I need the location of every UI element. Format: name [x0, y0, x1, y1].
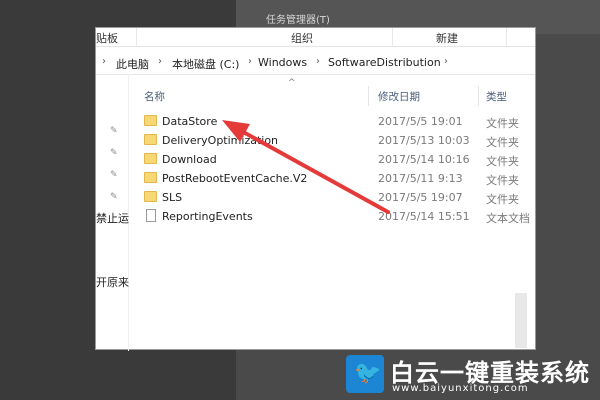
annotation-arrow-head	[222, 120, 250, 142]
watermark-url: www.baiyunxitong.com	[392, 383, 529, 394]
watermark-logo: 🐦 白云一键重装系统 www.baiyunxitong.com	[344, 353, 596, 399]
annotation-arrow	[222, 120, 390, 214]
annotation-arrow-shaft	[234, 126, 390, 214]
bird-logo-icon: 🐦	[346, 355, 384, 393]
